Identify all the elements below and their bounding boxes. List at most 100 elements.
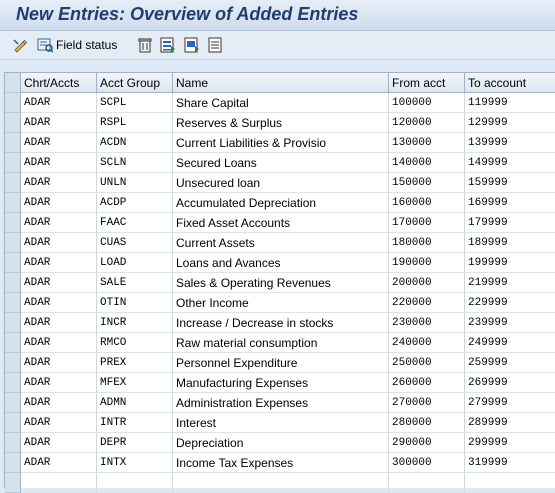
cell-name[interactable]: Increase / Decrease in stocks <box>173 313 389 333</box>
cell-name[interactable]: Secured Loans <box>173 153 389 173</box>
select-block-icon[interactable] <box>184 37 200 53</box>
cell-acct-group[interactable]: UNLN <box>97 173 173 193</box>
cell-chart-of-accounts[interactable]: ADAR <box>21 233 97 253</box>
cell-to-account[interactable]: 259999 <box>465 353 555 373</box>
cell-from-acct[interactable]: 130000 <box>389 133 465 153</box>
cell-to-account[interactable]: 169999 <box>465 193 555 213</box>
cell-from-acct[interactable]: 250000 <box>389 353 465 373</box>
cell-chart-of-accounts[interactable]: ADAR <box>21 333 97 353</box>
cell-acct-group[interactable]: INTX <box>97 453 173 473</box>
cell-acct-group[interactable]: OTIN <box>97 293 173 313</box>
cell-from-acct[interactable]: 180000 <box>389 233 465 253</box>
cell-name[interactable]: Fixed Asset Accounts <box>173 213 389 233</box>
cell-acct-group[interactable]: RSPL <box>97 113 173 133</box>
cell-name[interactable]: Manufacturing Expenses <box>173 373 389 393</box>
cell-name[interactable]: Accumulated Depreciation <box>173 193 389 213</box>
cell-to-account[interactable]: 159999 <box>465 173 555 193</box>
cell-from-acct[interactable]: 200000 <box>389 273 465 293</box>
cell-acct-group[interactable]: INCR <box>97 313 173 333</box>
cell-acct-group[interactable]: DEPR <box>97 433 173 453</box>
cell-to-account[interactable]: 239999 <box>465 313 555 333</box>
delete-icon[interactable] <box>137 37 153 53</box>
cell-name[interactable]: Loans and Avances <box>173 253 389 273</box>
cell-chart-of-accounts[interactable]: ADAR <box>21 173 97 193</box>
cell-name[interactable]: Income Tax Expenses <box>173 453 389 473</box>
cell-from-acct[interactable]: 150000 <box>389 173 465 193</box>
cell-to-account[interactable]: 129999 <box>465 113 555 133</box>
cell-from-acct[interactable]: 100000 <box>389 93 465 113</box>
cell-from-acct[interactable]: 270000 <box>389 393 465 413</box>
cell-chart-of-accounts[interactable]: ADAR <box>21 253 97 273</box>
cell-name[interactable]: Administration Expenses <box>173 393 389 413</box>
cell-name[interactable]: Share Capital <box>173 93 389 113</box>
cell-chart-of-accounts[interactable]: ADAR <box>21 373 97 393</box>
cell-name[interactable]: Raw material consumption <box>173 333 389 353</box>
column-header-acct-group[interactable]: Acct Group <box>97 73 173 93</box>
cell-acct-group[interactable]: SCLN <box>97 153 173 173</box>
cell-acct-group[interactable]: FAAC <box>97 213 173 233</box>
cell-from-acct[interactable]: 230000 <box>389 313 465 333</box>
cell-chart-of-accounts[interactable]: ADAR <box>21 153 97 173</box>
cell-to-account[interactable]: 249999 <box>465 333 555 353</box>
cell-chart-of-accounts[interactable] <box>21 473 97 493</box>
cell-from-acct[interactable] <box>389 473 465 493</box>
cell-from-acct[interactable]: 300000 <box>389 453 465 473</box>
cell-chart-of-accounts[interactable]: ADAR <box>21 353 97 373</box>
cell-to-account[interactable]: 269999 <box>465 373 555 393</box>
cell-from-acct[interactable]: 170000 <box>389 213 465 233</box>
cell-name[interactable] <box>173 473 389 493</box>
cell-from-acct[interactable]: 290000 <box>389 433 465 453</box>
cell-acct-group[interactable]: RMCO <box>97 333 173 353</box>
cell-from-acct[interactable]: 220000 <box>389 293 465 313</box>
column-header-chart-of-accounts[interactable]: Chrt/Accts <box>21 73 97 93</box>
cell-name[interactable]: Personnel Expenditure <box>173 353 389 373</box>
cell-name[interactable]: Depreciation <box>173 433 389 453</box>
cell-chart-of-accounts[interactable]: ADAR <box>21 413 97 433</box>
cell-acct-group[interactable]: MFEX <box>97 373 173 393</box>
cell-to-account[interactable]: 119999 <box>465 93 555 113</box>
cell-to-account[interactable]: 289999 <box>465 413 555 433</box>
deselect-all-icon[interactable] <box>208 37 224 53</box>
cell-to-account[interactable]: 229999 <box>465 293 555 313</box>
cell-to-account[interactable]: 199999 <box>465 253 555 273</box>
cell-acct-group[interactable]: SALE <box>97 273 173 293</box>
cell-to-account[interactable]: 149999 <box>465 153 555 173</box>
cell-acct-group[interactable]: CUAS <box>97 233 173 253</box>
cell-acct-group[interactable]: LOAD <box>97 253 173 273</box>
cell-acct-group[interactable]: ACDP <box>97 193 173 213</box>
cell-name[interactable]: Sales & Operating Revenues <box>173 273 389 293</box>
cell-to-account[interactable]: 189999 <box>465 233 555 253</box>
cell-from-acct[interactable]: 260000 <box>389 373 465 393</box>
column-header-name[interactable]: Name <box>173 73 389 93</box>
cell-from-acct[interactable]: 160000 <box>389 193 465 213</box>
cell-chart-of-accounts[interactable]: ADAR <box>21 313 97 333</box>
cell-chart-of-accounts[interactable]: ADAR <box>21 393 97 413</box>
cell-to-account[interactable]: 279999 <box>465 393 555 413</box>
cell-acct-group[interactable]: ADMN <box>97 393 173 413</box>
cell-to-account[interactable]: 319999 <box>465 453 555 473</box>
cell-to-account[interactable]: 299999 <box>465 433 555 453</box>
cell-chart-of-accounts[interactable]: ADAR <box>21 193 97 213</box>
cell-chart-of-accounts[interactable]: ADAR <box>21 453 97 473</box>
cell-to-account[interactable]: 219999 <box>465 273 555 293</box>
cell-acct-group[interactable]: INTR <box>97 413 173 433</box>
cell-acct-group[interactable]: PREX <box>97 353 173 373</box>
cell-acct-group[interactable] <box>97 473 173 493</box>
cell-chart-of-accounts[interactable]: ADAR <box>21 113 97 133</box>
field-status-button[interactable]: Field status <box>56 38 117 52</box>
cell-name[interactable]: Interest <box>173 413 389 433</box>
cell-chart-of-accounts[interactable]: ADAR <box>21 133 97 153</box>
cell-to-account[interactable] <box>465 473 555 493</box>
display-change-icon[interactable] <box>12 37 28 53</box>
cell-name[interactable]: Reserves & Surplus <box>173 113 389 133</box>
cell-to-account[interactable]: 139999 <box>465 133 555 153</box>
cell-to-account[interactable]: 179999 <box>465 213 555 233</box>
column-header-from-acct[interactable]: From acct <box>389 73 465 93</box>
cell-chart-of-accounts[interactable]: ADAR <box>21 213 97 233</box>
select-all-icon[interactable] <box>160 37 176 53</box>
column-header-to-account[interactable]: To account <box>465 73 555 93</box>
cell-acct-group[interactable]: ACDN <box>97 133 173 153</box>
cell-name[interactable]: Unsecured loan <box>173 173 389 193</box>
cell-acct-group[interactable]: SCPL <box>97 93 173 113</box>
cell-chart-of-accounts[interactable]: ADAR <box>21 273 97 293</box>
